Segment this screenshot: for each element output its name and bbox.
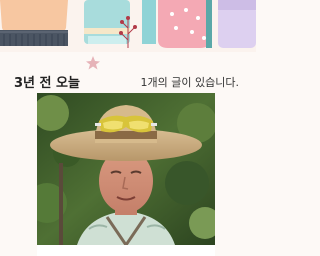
memory-header: 3년 전 오늘 1개의 글이 있습니다.	[0, 66, 256, 92]
memory-title: 3년 전 오늘	[14, 76, 80, 91]
memory-photo[interactable]	[37, 93, 215, 245]
post-count-text[interactable]: 1개의 글이 있습니다.	[141, 74, 239, 90]
photo-caption-area	[37, 245, 215, 256]
header-illustration	[0, 0, 256, 52]
